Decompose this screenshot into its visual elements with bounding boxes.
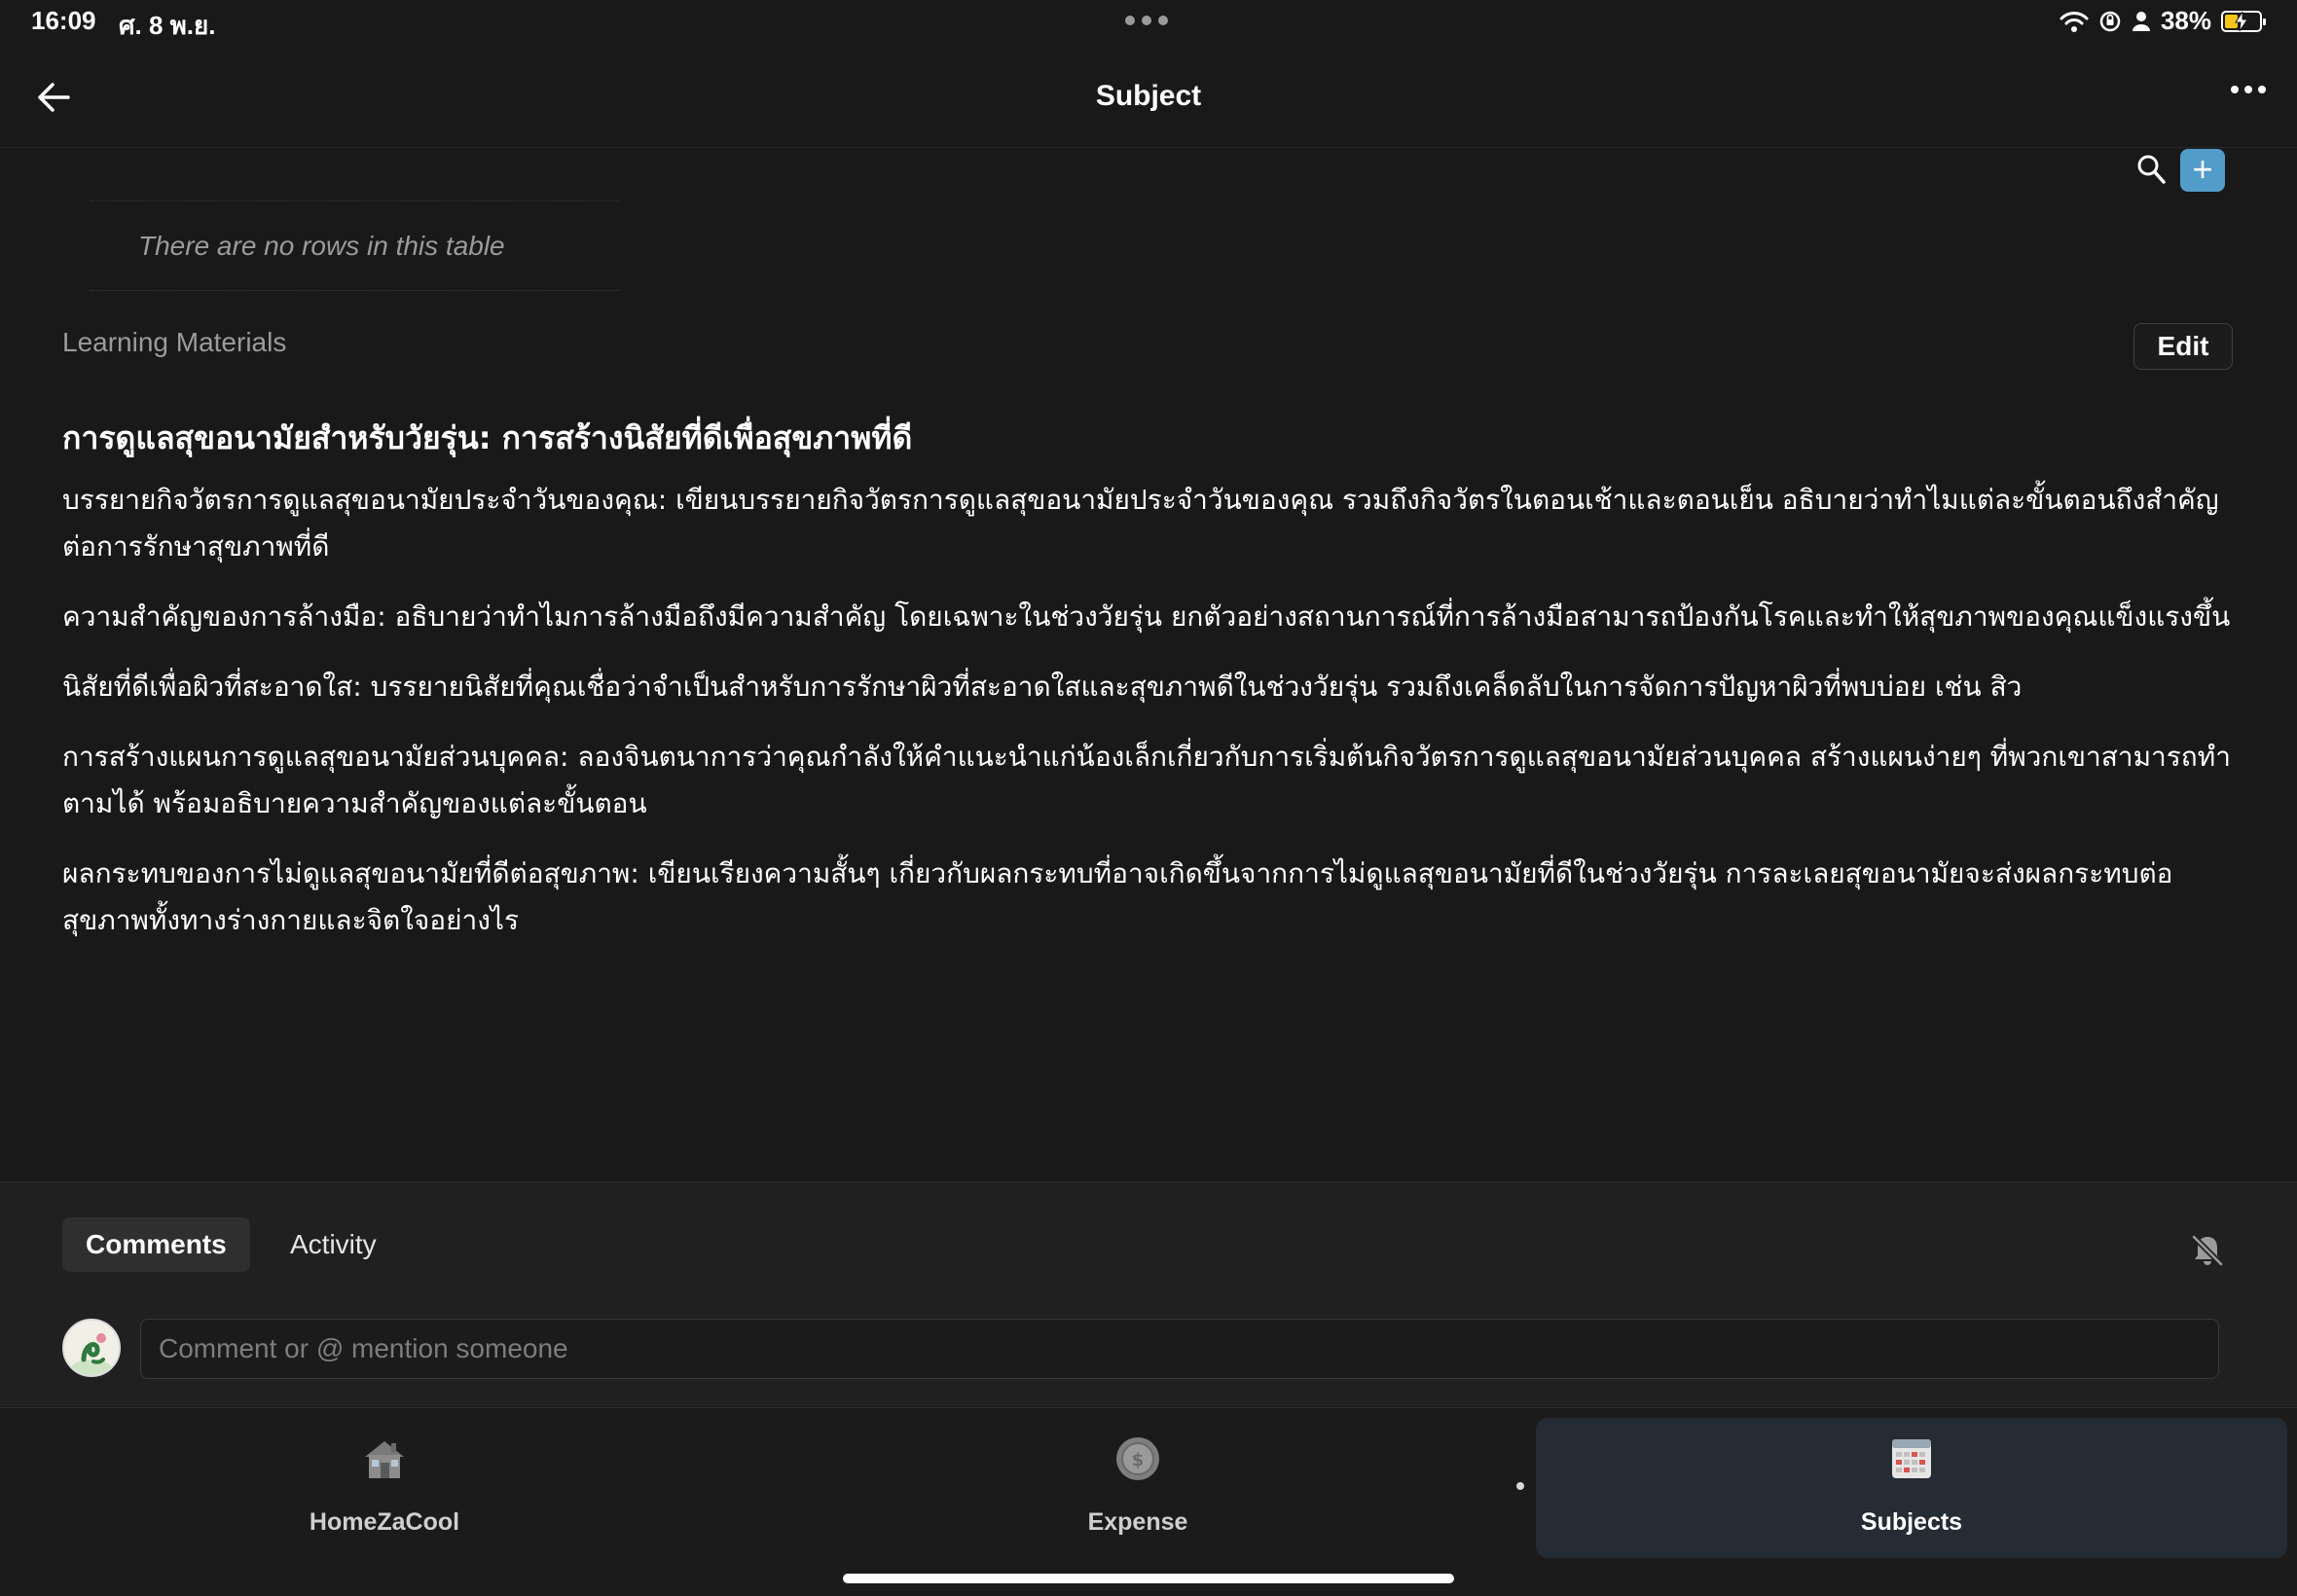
search-icon[interactable] (2135, 152, 2167, 187)
nav-indicator-dot (1516, 1482, 1524, 1490)
nav-label-expense: Expense (1087, 1508, 1188, 1536)
nav-item-expense[interactable]: $ Expense (919, 1418, 1357, 1558)
user-avatar (62, 1319, 121, 1377)
bottom-nav: HomeZaCool $ Expense Subjects (0, 1407, 2297, 1596)
comments-panel: Comments Activity (0, 1181, 2297, 1407)
nav-label-subjects: Subjects (1860, 1508, 1963, 1536)
content-paragraph: ผลกระทบของการไม่ดูแลสุขอนามัยที่ดีต่อสุข… (62, 857, 2173, 936)
more-options-icon[interactable] (2231, 86, 2266, 93)
status-bar: 16:09 ศ. 8 พ.ย. 38% (0, 0, 2297, 47)
wifi-icon (2060, 11, 2089, 32)
empty-table: There are no rows in this table (90, 200, 619, 291)
comment-input[interactable] (140, 1319, 2219, 1379)
content-paragraph: บรรยายกิจวัตรการดูแลสุขอนามัยประจำวันของ… (62, 484, 2219, 562)
status-right: 38% (2060, 6, 2266, 36)
content-paragraph: นิสัยที่ดีเพื่อผิวที่สะอาดใส: บรรยายนิสั… (62, 671, 2023, 703)
svg-text:$: $ (1132, 1450, 1145, 1470)
orientation-lock-icon (2099, 11, 2121, 31)
nav-label-homezacool: HomeZaCool (309, 1508, 460, 1536)
content-paragraph: ความสำคัญของการล้างมือ: อธิบายว่าทำไมการ… (62, 600, 2231, 633)
tab-comments[interactable]: Comments (62, 1217, 250, 1272)
status-time: 16:09 (31, 6, 96, 35)
nav-item-homezacool[interactable]: HomeZaCool (165, 1418, 603, 1558)
status-date: ศ. 8 พ.ย. (119, 11, 216, 40)
battery-charging-icon (2221, 10, 2266, 32)
person-icon (2132, 11, 2150, 31)
add-row-button[interactable]: + (2180, 149, 2225, 192)
grid-calendar-icon (1892, 1439, 1931, 1478)
bell-off-icon[interactable] (2190, 1233, 2225, 1268)
tab-activity[interactable]: Activity (267, 1217, 400, 1272)
top-header: Subject (0, 47, 2297, 148)
multitasking-dots-icon[interactable] (1125, 16, 1168, 25)
home-indicator[interactable] (843, 1574, 1454, 1583)
page-title: Subject (1095, 80, 1202, 112)
nav-item-subjects[interactable]: Subjects (1536, 1418, 2287, 1558)
battery-percent: 38% (2160, 6, 2211, 35)
house-icon (365, 1441, 404, 1478)
empty-table-message: There are no rows in this table (138, 231, 505, 261)
content-heading: การดูแลสุขอนามัยสำหรับวัยรุ่น: การสร้างน… (62, 419, 913, 456)
content-paragraph: การสร้างแผนการดูแลสุขอนามัยส่วนบุคคล: ลอ… (62, 741, 2231, 819)
app-root: 16:09 ศ. 8 พ.ย. 38% Subject + There are … (0, 0, 2297, 1596)
learning-materials-label: Learning Materials (62, 327, 287, 357)
edit-button[interactable]: Edit (2133, 323, 2233, 370)
coin-icon: $ (1116, 1437, 1159, 1480)
learning-materials-content: การดูแลสุขอนามัยสำหรับวัยรุ่น: การสร้างน… (62, 413, 2242, 967)
